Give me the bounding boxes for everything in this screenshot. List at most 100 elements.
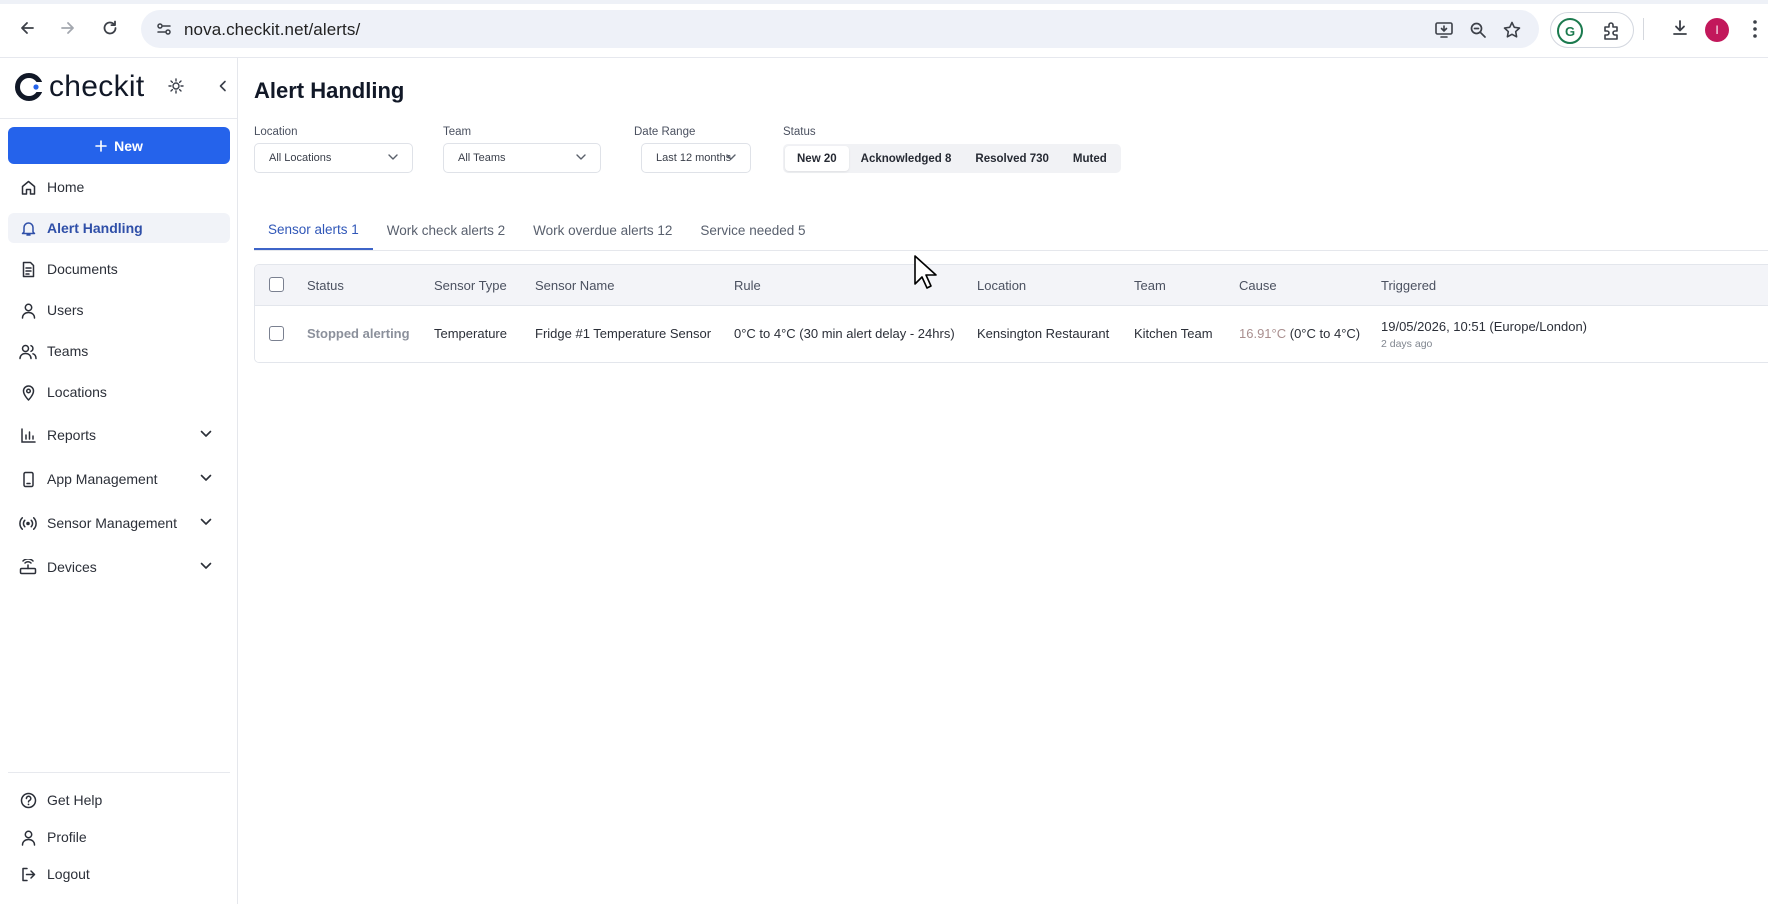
status-filter-label: Status xyxy=(783,126,816,138)
plus-icon xyxy=(95,139,107,152)
cause-range: (0°C to 4°C) xyxy=(1289,326,1361,341)
team-filter-label: Team xyxy=(443,126,472,138)
select-all-checkbox[interactable] xyxy=(269,277,284,292)
kebab-menu-icon[interactable] xyxy=(1752,19,1758,39)
reload-icon[interactable] xyxy=(96,14,124,42)
chevron-down-icon xyxy=(576,154,586,160)
grammarly-icon[interactable]: G xyxy=(1557,18,1583,44)
mouse-cursor-icon xyxy=(914,255,937,289)
sidebar-item-documents[interactable]: Documents xyxy=(8,254,230,284)
chevron-down-icon[interactable] xyxy=(200,430,212,438)
sidebar-item-label: Devices xyxy=(47,559,97,575)
column-header-location[interactable]: Location xyxy=(977,278,1026,293)
status-option-resolved[interactable]: Resolved 730 xyxy=(963,146,1061,171)
chevron-down-icon xyxy=(726,154,736,160)
bar-chart-icon xyxy=(19,426,37,444)
date-range-select-value: Last 12 months xyxy=(656,152,732,164)
sidebar-item-app-management[interactable]: App Management xyxy=(8,462,230,496)
column-header-rule[interactable]: Rule xyxy=(734,278,761,293)
chevron-down-icon[interactable] xyxy=(200,474,212,482)
browser-toolbar: nova.checkit.net/alerts/ G I xyxy=(0,0,1768,58)
document-icon xyxy=(19,260,37,278)
sidebar-item-logout[interactable]: Logout xyxy=(8,859,230,889)
sidebar-divider xyxy=(8,772,230,773)
mobile-icon xyxy=(19,470,37,488)
profile-avatar[interactable]: I xyxy=(1705,18,1729,42)
logout-icon xyxy=(19,865,37,883)
install-app-icon[interactable] xyxy=(1433,19,1455,41)
tab-strip xyxy=(0,0,1768,4)
chevron-down-icon[interactable] xyxy=(200,518,212,526)
brand-logo[interactable]: checkit xyxy=(14,70,144,104)
extensions-icon[interactable] xyxy=(1601,20,1623,42)
star-icon[interactable] xyxy=(1501,19,1523,41)
main-content: Alert Handling Location All Locations Te… xyxy=(238,58,1768,904)
sidebar-item-label: Alert Handling xyxy=(47,220,143,236)
help-circle-icon xyxy=(19,791,37,809)
triggered-datetime: 19/05/2026, 10:51 (Europe/London) xyxy=(1381,319,1588,334)
triggered-relative: 2 days ago xyxy=(1381,338,1433,350)
sidebar-item-users[interactable]: Users xyxy=(8,295,230,325)
forward-arrow-icon[interactable] xyxy=(54,14,82,42)
sidebar-item-label: Sensor Management xyxy=(47,515,177,531)
new-button[interactable]: New xyxy=(8,127,230,164)
sidebar-item-home[interactable]: Home xyxy=(8,172,230,202)
sidebar-item-label: Logout xyxy=(47,866,90,882)
tab-sensor-alerts[interactable]: Sensor alerts 1 xyxy=(254,210,373,250)
sidebar-item-profile[interactable]: Profile xyxy=(8,822,230,852)
column-header-status[interactable]: Status xyxy=(307,278,344,293)
sidebar-item-get-help[interactable]: Get Help xyxy=(8,785,230,815)
toolbar-divider xyxy=(1643,18,1644,40)
sidebar-item-locations[interactable]: Locations xyxy=(8,377,230,407)
broadcast-icon xyxy=(19,514,37,532)
checkit-logo-icon xyxy=(15,73,43,101)
sidebar-item-label: Locations xyxy=(47,384,107,400)
column-header-triggered[interactable]: Triggered xyxy=(1381,278,1436,293)
column-header-team[interactable]: Team xyxy=(1134,278,1166,293)
row-select-checkbox[interactable] xyxy=(269,326,284,341)
back-arrow-icon[interactable] xyxy=(13,14,41,42)
status-segmented-control: New 20 Acknowledged 8 Resolved 730 Muted xyxy=(783,144,1121,173)
sensor-name: Fridge #1 Temperature Sensor xyxy=(535,326,712,341)
home-icon xyxy=(19,178,37,196)
site-settings-icon[interactable] xyxy=(155,20,173,38)
sidebar-item-reports[interactable]: Reports xyxy=(8,418,230,452)
tab-work-overdue-alerts[interactable]: Work overdue alerts 12 xyxy=(519,210,686,250)
team-select[interactable]: All Teams xyxy=(443,143,601,173)
theme-toggle-icon[interactable] xyxy=(168,78,184,94)
column-header-sensor-name[interactable]: Sensor Name xyxy=(535,278,614,293)
sidebar: checkit New Home Alert Handling Document… xyxy=(0,58,238,904)
sensor-type: Temperature xyxy=(434,326,507,341)
chevron-down-icon xyxy=(388,154,398,160)
cause-reading: 16.91°C xyxy=(1239,326,1287,341)
sidebar-item-alert-handling[interactable]: Alert Handling xyxy=(8,213,230,243)
status-option-muted[interactable]: Muted xyxy=(1061,146,1119,171)
table-header: Status Sensor Type Sensor Name Rule Loca… xyxy=(255,265,1768,306)
tab-work-check-alerts[interactable]: Work check alerts 2 xyxy=(373,210,519,250)
address-bar[interactable]: nova.checkit.net/alerts/ xyxy=(141,10,1539,48)
status-option-new[interactable]: New 20 xyxy=(785,146,849,171)
status-option-acknowledged[interactable]: Acknowledged 8 xyxy=(849,146,964,171)
sidebar-nav: Home Alert Handling Documents Users Team… xyxy=(8,172,230,594)
date-range-select[interactable]: Last 12 months xyxy=(641,143,751,173)
user-icon xyxy=(19,301,37,319)
column-header-sensor-type[interactable]: Sensor Type xyxy=(434,278,507,293)
sidebar-item-teams[interactable]: Teams xyxy=(8,336,230,366)
chevron-down-icon[interactable] xyxy=(200,562,212,570)
alert-cause: 16.91°C (0°C to 4°C) xyxy=(1239,326,1360,341)
column-header-cause[interactable]: Cause xyxy=(1239,278,1277,293)
sidebar-item-sensor-management[interactable]: Sensor Management xyxy=(8,506,230,540)
sensor-alerts-table: Status Sensor Type Sensor Name Rule Loca… xyxy=(254,264,1768,363)
tab-service-needed[interactable]: Service needed 5 xyxy=(686,210,819,250)
sidebar-item-devices[interactable]: Devices xyxy=(8,550,230,584)
collapse-sidebar-icon[interactable] xyxy=(218,80,228,92)
url-text[interactable]: nova.checkit.net/alerts/ xyxy=(184,20,360,40)
alert-status: Stopped alerting xyxy=(307,326,410,341)
table-row[interactable]: Stopped alerting Temperature Fridge #1 T… xyxy=(255,306,1768,362)
sidebar-item-label: Users xyxy=(47,302,84,318)
zoom-icon[interactable] xyxy=(1467,19,1489,41)
extensions-group: G xyxy=(1550,12,1634,48)
download-icon[interactable] xyxy=(1666,14,1694,42)
sidebar-item-label: Reports xyxy=(47,427,97,443)
location-select[interactable]: All Locations xyxy=(254,143,413,173)
